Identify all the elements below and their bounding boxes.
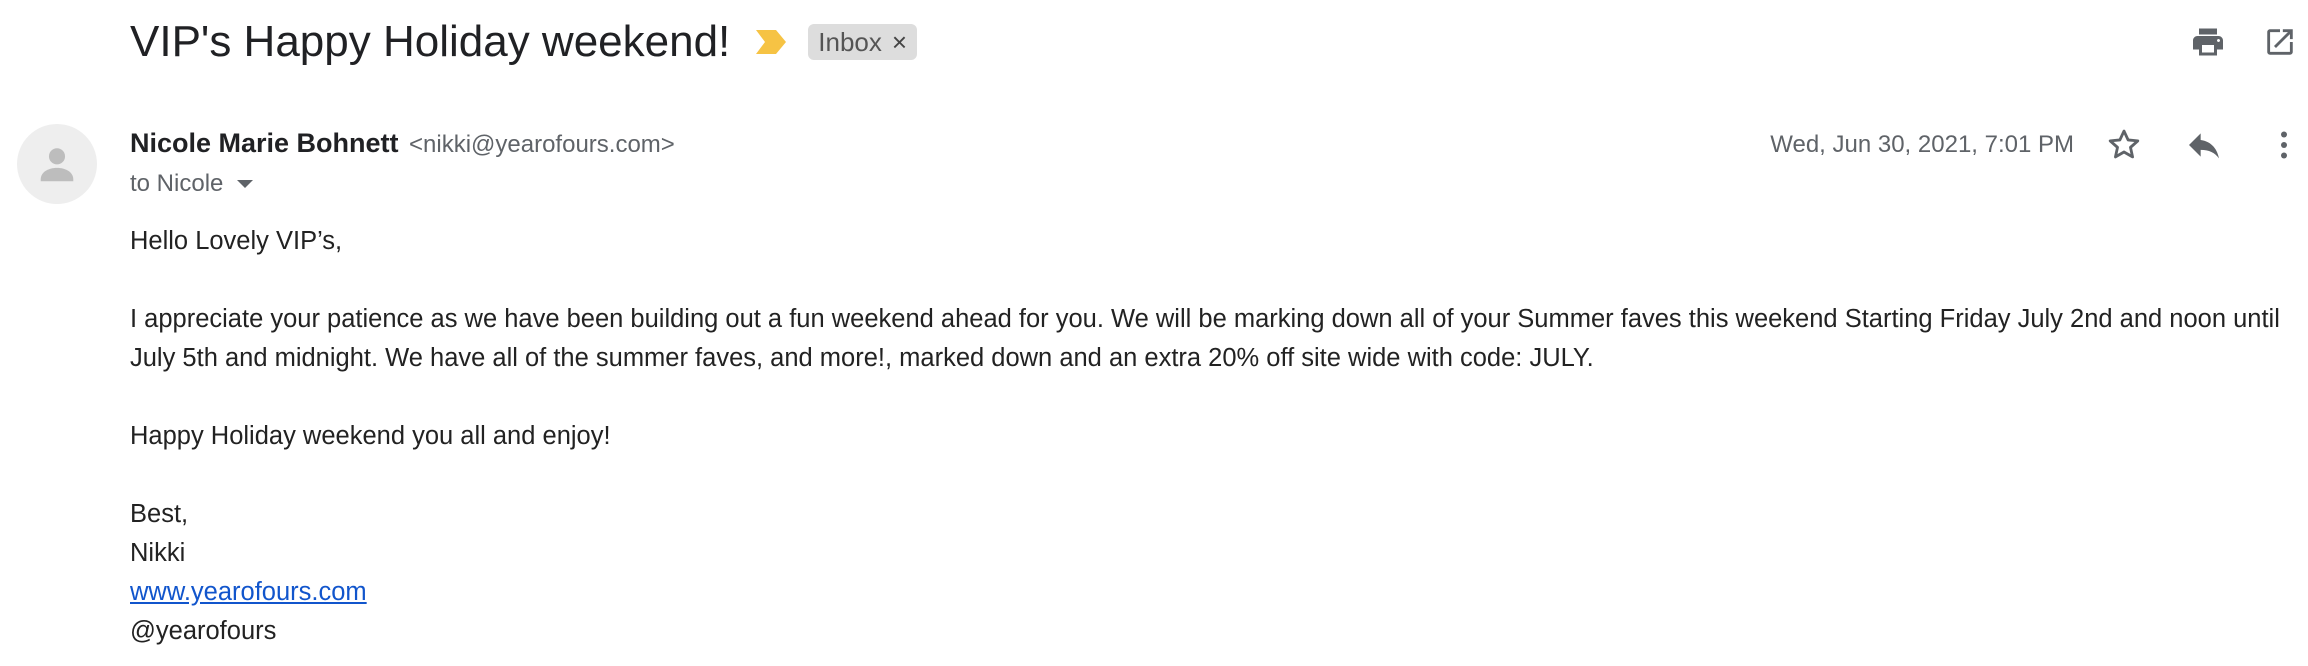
print-icon [2193,28,2223,56]
body-paragraph: I appreciate your patience as we have be… [130,305,2280,372]
body-paragraph: Happy Holiday weekend you all and enjoy! [130,422,611,450]
open-in-new-window-icon [2267,29,2293,55]
label-chip-inbox: Inbox × [808,24,918,60]
star-icon [2108,129,2140,159]
remove-label-icon[interactable]: × [892,29,907,55]
sender-avatar[interactable] [17,124,97,204]
more-options-button[interactable] [2260,121,2308,169]
print-button[interactable] [2184,18,2232,66]
recipient-label: to Nicole [130,170,224,197]
email-subject: VIP's Happy Holiday weekend! [130,17,731,66]
thread-actions [2160,18,2308,66]
label-chip-text: Inbox [818,26,882,57]
reply-button[interactable] [2180,121,2228,169]
message-meta: Wed, Jun 30, 2021, 7:01 PM [1770,121,2308,169]
open-in-new-window-button[interactable] [2256,18,2304,66]
subject-row: VIP's Happy Holiday weekend! Inbox × [130,12,918,72]
signature-name: Nikki [130,539,186,567]
chevron-down-icon[interactable] [237,180,254,188]
important-marker-icon[interactable] [754,28,788,56]
more-vert-icon [2281,131,2287,159]
reply-icon [2189,133,2219,159]
star-button[interactable] [2100,121,2148,169]
recipient-details-toggle[interactable]: to Nicole [130,170,254,198]
sender-email: <nikki@yearofours.com> [409,131,675,158]
sender-line: Nicole Marie Bohnett <nikki@yearofours.c… [130,128,675,159]
person-icon [40,148,74,182]
social-handle: @yearofours [130,617,277,645]
message-date: Wed, Jun 30, 2021, 7:01 PM [1770,131,2074,158]
greeting: Hello Lovely VIP’s, [130,227,343,255]
message-body: Hello Lovely VIP’s, I appreciate your pa… [130,222,2280,651]
sender-name[interactable]: Nicole Marie Bohnett [130,128,399,158]
signoff: Best, [130,500,189,528]
website-link[interactable]: www.yearofours.com [130,578,367,606]
